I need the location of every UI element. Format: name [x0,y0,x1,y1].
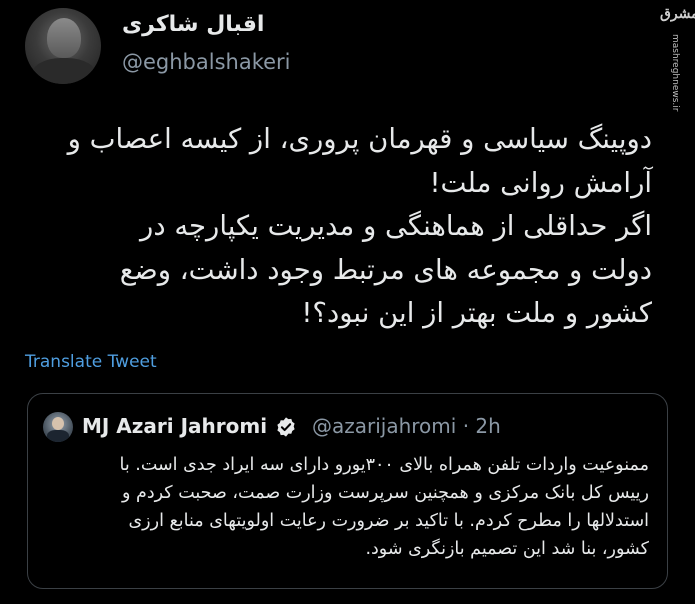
quoted-avatar-body [47,430,69,442]
quoted-avatar-head [52,417,64,430]
translate-tweet-link[interactable]: Translate Tweet [25,352,157,372]
quoted-tweet-body: ممنوعیت واردات تلفن همراه بالای ۳۰۰یورو … [44,451,649,563]
verified-badge-icon [277,417,295,437]
tweet-line: آرامش روانی ملت! [429,166,652,199]
quoted-tweet-line: استدلالها را مطرح کردم. با تاکید بر ضرور… [128,511,649,531]
quoted-tweet-line: ممنوعیت واردات تلفن همراه بالای ۳۰۰یورو … [119,455,649,475]
avatar-head [47,18,81,58]
site-watermark: مشرق mashreghnews.ir [660,6,695,111]
quoted-tweet-line: کشور، بنا شد این تصمیم بازنگری شود. [365,539,649,559]
watermark-logo: مشرق [660,6,695,22]
quoted-author-handle-time[interactable]: @azarijahromi · 2h [312,414,501,438]
tweet-line: دوپینگ سیاسی و قهرمان پروری، از کیسه اعص… [67,123,652,155]
tweet-line: دولت و مجموعه های مرتبط وجود داشت، وضع [119,253,652,286]
quoted-author-name[interactable]: MJ Azari Jahromi [82,414,267,438]
tweet-body: دوپینگ سیاسی و قهرمان پروری، از کیسه اعص… [40,118,652,336]
author-display-name[interactable]: اقبال شاکری [122,12,264,37]
quoted-tweet-line: رییس کل بانک مرکزی و همچنین سرپرست وزارت… [122,483,649,503]
tweet-line: کشور و ملت بهتر از این نبود؟! [301,297,652,329]
author-avatar[interactable] [25,8,101,84]
avatar-body [31,58,97,84]
quoted-tweet-card[interactable]: MJ Azari Jahromi @azarijahromi · 2h ممنو… [27,393,668,589]
watermark-site: mashreghnews.ir [670,34,680,112]
author-handle[interactable]: @eghbalshakeri [122,50,291,74]
quoted-author-avatar[interactable] [43,412,73,442]
tweet-line: اگر حداقلی از هماهنگی و مدیریت یکپارچه د… [140,210,652,242]
